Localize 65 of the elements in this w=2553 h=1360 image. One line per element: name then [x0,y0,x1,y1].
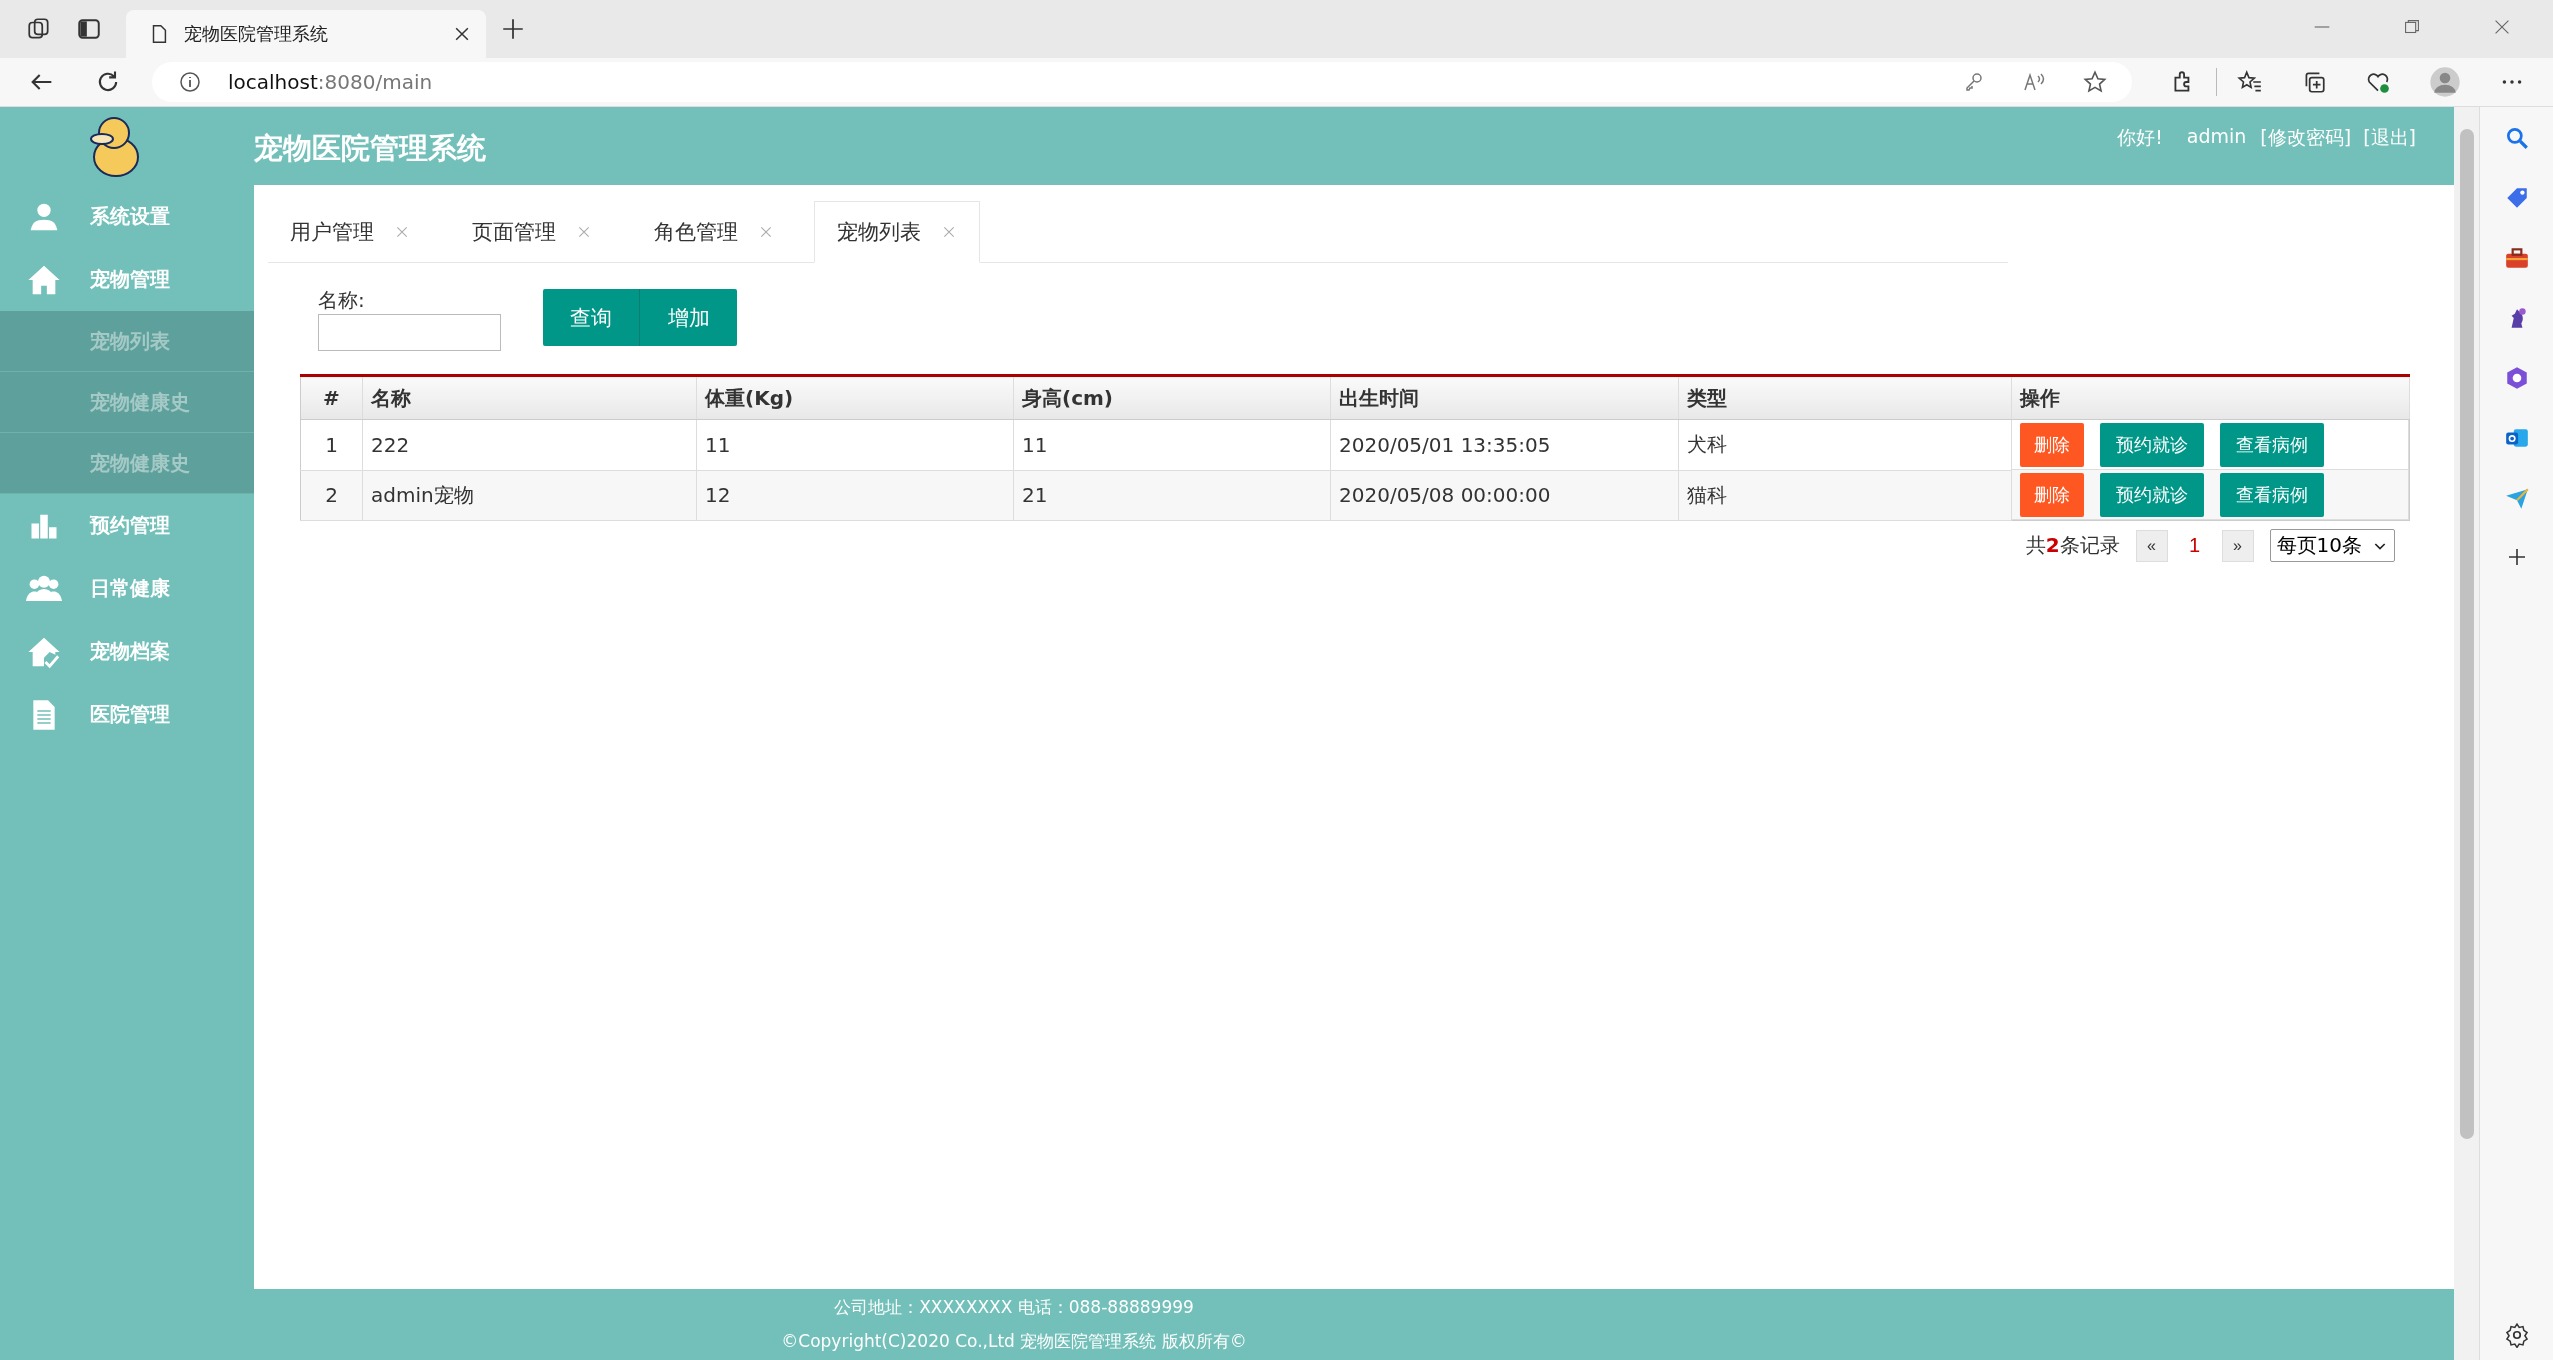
star-icon[interactable] [2082,69,2108,95]
page-button[interactable]: 1 [2177,533,2212,558]
column-header: 名称 [362,375,697,420]
footer-text: ©Copyright(C)2020 Co.,Ltd 宠物医院管理系统 版权所有© [781,1329,1247,1353]
form-button[interactable]: 查询 [543,289,640,346]
sidebar-item[interactable]: 预约管理 [0,494,254,557]
column-header: 体重(Kg) [696,375,1014,420]
action-button[interactable]: 查看病例 [2220,472,2324,517]
people-icon [26,573,62,604]
next-page-button[interactable]: » [2221,529,2254,562]
table-cell: admin宠物 [362,470,697,521]
info-icon[interactable] [178,70,202,94]
table-cell: 2020/05/08 00:00:00 [1330,470,1679,521]
vertical-tabs-icon[interactable] [76,16,102,42]
username-text: admin [2186,125,2247,147]
tab[interactable]: 宠物列表 [814,201,980,263]
table-cell: 1 [300,419,363,470]
settings-icon[interactable] [2503,1322,2530,1348]
table-cell: 222 [362,419,697,470]
url-text: localhost:8080/main [228,70,433,94]
column-header: # [300,375,363,420]
table-cell: 11 [1013,419,1331,470]
tab[interactable]: 页面管理 [450,201,614,262]
sidebar-item[interactable]: 宠物管理 [0,248,254,311]
toolbox-icon[interactable] [2503,245,2530,271]
action-button[interactable]: 预约就诊 [2100,422,2204,467]
table-cell: 12 [696,470,1014,521]
table-cell: 犬科 [1678,419,2012,470]
sidebar-item[interactable]: 宠物档案 [0,620,254,683]
table-cell: 2020/05/01 13:35:05 [1330,419,1679,470]
address-field[interactable]: localhost:8080/main [152,62,2132,102]
column-header: 身高(cm) [1013,375,1331,420]
tab[interactable]: 用户管理 [268,201,432,262]
sidebar-item[interactable]: 医院管理 [0,683,254,746]
column-header: 操作 [2011,375,2410,420]
table-cell: 11 [696,419,1014,470]
avatar-icon[interactable] [2429,66,2461,98]
footer-text: 公司地址：XXXXXXXX 电话：088-88889999 [834,1296,1194,1320]
column-header: 出生时间 [1330,375,1679,420]
header-link[interactable]: [退出] [2363,125,2416,151]
action-button[interactable]: 预约就诊 [2100,472,2204,517]
table-cell: 2 [300,470,363,521]
new-tab-icon[interactable] [500,16,526,42]
page-size-select[interactable]: 每页10条 [2269,529,2395,562]
greeting-text: 你好! [2117,125,2163,150]
form-button[interactable]: 增加 [640,289,737,346]
action-button[interactable]: 删除 [2020,472,2084,517]
header-link[interactable]: [修改密码] [2260,125,2352,151]
table-cell: 猫科 [1678,470,2012,521]
column-header: 类型 [1678,375,2012,420]
previous-page-button[interactable]: « [2135,529,2168,562]
workspaces-icon[interactable] [26,16,52,42]
browser-tab[interactable]: 宠物医院管理系统 [126,10,486,58]
tab-title: 宠物医院管理系统 [184,22,329,46]
app-title: 宠物医院管理系统 [254,130,486,167]
table-cell: 21 [1013,470,1331,521]
sidebar-item[interactable]: 日常健康 [0,557,254,620]
tab[interactable]: 角色管理 [632,201,796,262]
action-button[interactable]: 删除 [2020,422,2084,467]
record-count: 共2条记录 [2025,532,2120,559]
scrollbar[interactable] [2454,107,2479,1360]
field-label: 名称: [318,287,366,314]
name-field[interactable] [318,314,501,351]
action-button[interactable]: 查看病例 [2220,422,2324,467]
sidebar-item[interactable]: 系统设置 [0,185,254,248]
